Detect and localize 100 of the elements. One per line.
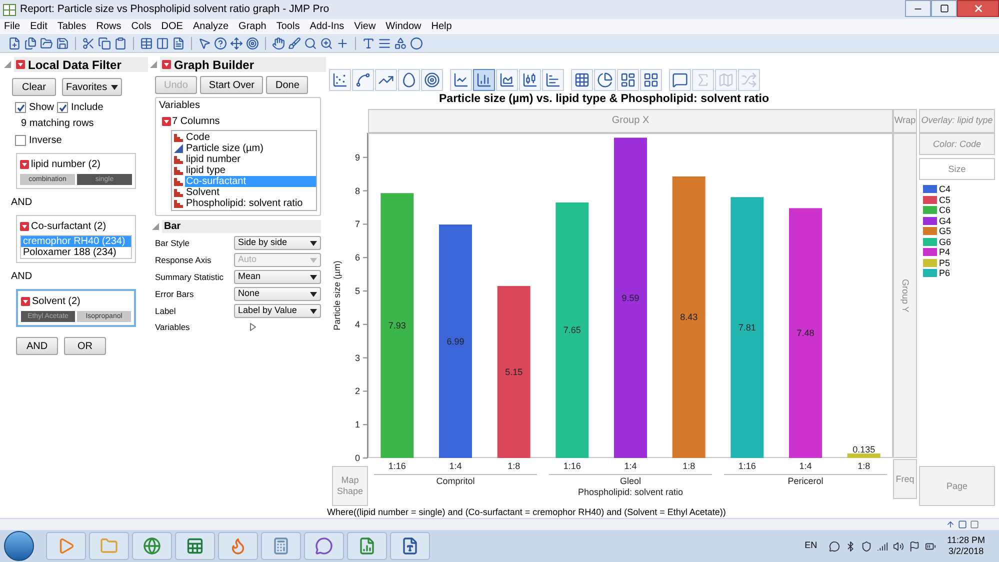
copy-icon[interactable] — [98, 36, 111, 50]
shapes-icon[interactable] — [394, 36, 407, 50]
close-button[interactable] — [957, 0, 999, 17]
menu-icon[interactable] — [162, 117, 171, 126]
speaker-icon[interactable] — [893, 540, 904, 552]
text-box-icon[interactable] — [362, 36, 375, 50]
filter-list-item[interactable]: Poloxamer 188 (234) — [21, 247, 131, 258]
battery-icon[interactable] — [925, 540, 936, 552]
scatter-plot-icon[interactable] — [329, 69, 351, 91]
toolbar-button[interactable]: Start Over — [200, 76, 264, 94]
column-item[interactable]: lipid number — [185, 154, 316, 165]
bluetooth-icon[interactable] — [845, 540, 856, 552]
setting-dropdown[interactable]: Side by side — [234, 236, 321, 250]
ellipse-icon[interactable] — [410, 36, 423, 50]
menu-item[interactable]: View — [354, 19, 376, 34]
menu-item[interactable]: Rows — [96, 19, 122, 34]
maximize-button[interactable] — [931, 0, 957, 17]
files-icon[interactable] — [24, 36, 37, 50]
paste-icon[interactable] — [114, 36, 127, 50]
pie-chart-icon[interactable] — [594, 69, 616, 91]
setting-dropdown[interactable]: None — [234, 287, 321, 301]
histogram-icon[interactable] — [542, 69, 564, 91]
heatmap-icon[interactable] — [571, 69, 593, 91]
zoom-icon[interactable] — [320, 36, 333, 50]
document-icon[interactable] — [172, 36, 185, 50]
clear-button[interactable]: Clear — [12, 78, 56, 96]
caption-box-icon[interactable] — [669, 69, 691, 91]
columns-icon[interactable] — [156, 36, 169, 50]
clock[interactable]: 11:28 PM 3/2/2018 — [947, 535, 985, 557]
collapse-icon[interactable] — [150, 61, 157, 68]
collapse-icon[interactable] — [4, 61, 11, 68]
menu-item[interactable]: Help — [431, 19, 452, 34]
hand-icon[interactable] — [272, 36, 285, 50]
crosshair-icon[interactable] — [230, 36, 243, 50]
save-icon[interactable] — [56, 36, 69, 50]
logic-button[interactable]: OR — [64, 337, 106, 355]
flame-icon[interactable] — [218, 532, 258, 560]
menu-item[interactable]: Tables — [57, 19, 86, 34]
column-item[interactable]: Solvent — [185, 187, 316, 198]
menu-item[interactable]: Graph — [238, 19, 266, 34]
signal-icon[interactable] — [877, 540, 888, 552]
search-icon[interactable] — [304, 36, 317, 50]
box-plot-icon[interactable] — [519, 69, 541, 91]
menu-icon[interactable] — [162, 60, 171, 69]
column-item[interactable]: lipid type — [185, 165, 316, 176]
menu-icon[interactable] — [21, 297, 30, 306]
help-icon[interactable] — [214, 36, 227, 50]
contour-icon[interactable] — [421, 69, 443, 91]
logic-button[interactable]: AND — [16, 337, 58, 355]
menu-item[interactable]: Tools — [276, 19, 300, 34]
treemap-icon[interactable] — [617, 69, 639, 91]
favorites-dropdown[interactable]: Favorites — [62, 78, 122, 96]
start-button[interactable] — [4, 531, 34, 561]
toolbar-button[interactable]: Done — [266, 76, 308, 94]
menu-item[interactable]: Add-Ins — [310, 19, 344, 34]
bar-chart-icon[interactable] — [473, 69, 495, 91]
menu-icon[interactable] — [20, 222, 29, 231]
menu-item[interactable]: Window — [386, 19, 422, 34]
open-folder-icon[interactable] — [40, 36, 53, 50]
document-icon[interactable] — [390, 532, 430, 560]
plus-icon[interactable] — [336, 36, 349, 50]
menu-item[interactable]: Analyze — [192, 19, 229, 34]
arrow-up-icon[interactable] — [946, 520, 955, 529]
cut-icon[interactable] — [82, 36, 95, 50]
expand-icon[interactable] — [250, 323, 256, 332]
target-icon[interactable] — [246, 36, 259, 50]
spreadsheet-icon[interactable] — [175, 532, 215, 560]
chat-bubble-icon[interactable] — [829, 540, 840, 552]
brush-icon[interactable] — [288, 36, 301, 50]
menu-item[interactable]: Edit — [30, 19, 48, 34]
checkbox[interactable] — [57, 102, 68, 113]
menu-icon[interactable] — [20, 160, 29, 169]
column-item[interactable]: Code — [185, 132, 316, 143]
language-indicator[interactable]: EN — [804, 539, 818, 553]
menu-item[interactable]: File — [4, 19, 20, 34]
column-item[interactable]: Particle size (µm) — [185, 143, 316, 154]
shield-icon[interactable] — [861, 540, 872, 552]
calculator-icon[interactable] — [261, 532, 301, 560]
setting-dropdown[interactable]: Label by Value — [234, 304, 321, 318]
flag-icon[interactable] — [909, 540, 920, 552]
mosaic-icon[interactable] — [640, 69, 662, 91]
checkbox[interactable] — [15, 102, 26, 113]
size-zone[interactable]: Size — [919, 158, 995, 180]
new-file-icon[interactable] — [8, 36, 21, 50]
menu-icon[interactable] — [16, 60, 25, 69]
checkbox[interactable] — [15, 135, 26, 146]
lines-icon[interactable] — [378, 36, 391, 50]
collapse-icon[interactable] — [152, 223, 159, 230]
chat-bubble-icon[interactable] — [304, 532, 344, 560]
menu-item[interactable]: Cols — [131, 19, 152, 34]
menu-item[interactable]: DOE — [161, 19, 183, 34]
pointer-icon[interactable] — [198, 36, 211, 50]
chart-document-icon[interactable] — [347, 532, 387, 560]
table-icon[interactable] — [140, 36, 153, 50]
area-chart-icon[interactable] — [496, 69, 518, 91]
column-item[interactable]: Phospholipid: solvent ratio — [185, 198, 316, 209]
setting-dropdown[interactable]: Mean — [234, 270, 321, 284]
smooth-curve-icon[interactable] — [352, 69, 374, 91]
globe-icon[interactable] — [132, 532, 172, 560]
line-chart-icon[interactable] — [450, 69, 472, 91]
